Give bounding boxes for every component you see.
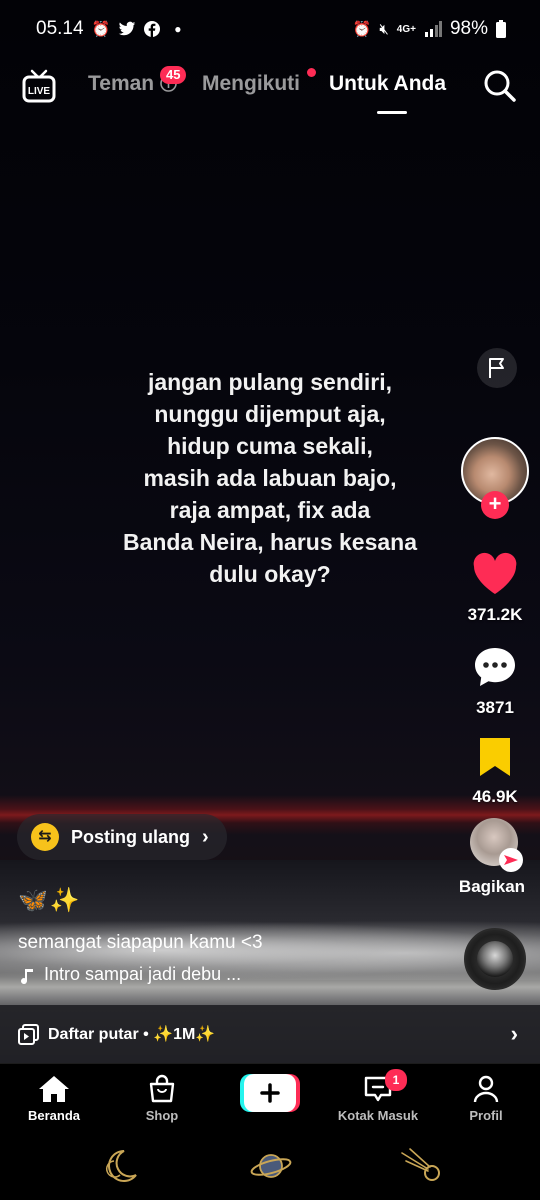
caption-line: jangan pulang sendiri, (147, 369, 393, 395)
tab-mengikuti-label: Mengikuti (202, 72, 300, 95)
moon-icon[interactable] (100, 1145, 142, 1187)
status-right: ⏰ 🔇︎ 4G+ 98% (353, 18, 506, 40)
system-nav-bar (0, 1133, 540, 1200)
comment-icon (475, 648, 515, 686)
teman-badge: 45 (160, 66, 187, 84)
caption-line: masih ada labuan bajo, (143, 465, 397, 491)
nav-inbox-label: Kotak Masuk (337, 1108, 419, 1123)
tab-teman-label: Teman (88, 72, 155, 95)
repost-icon: ⇆ (31, 823, 59, 851)
caption-line: Banda Neira, harus kesana (122, 529, 418, 555)
save-count: 46.9K (472, 787, 518, 806)
repost-button[interactable]: ⇆ Posting ulang › (17, 814, 227, 860)
planet-icon[interactable] (249, 1145, 293, 1187)
post-description[interactable]: semangat siapapun kamu <3 (18, 932, 263, 954)
status-time: 05.14 (36, 18, 84, 39)
mengikuti-dot (307, 68, 316, 77)
create-plus-icon (240, 1074, 300, 1112)
follow-button[interactable]: + (481, 491, 509, 519)
live-button[interactable]: LIVE (22, 68, 56, 104)
video-caption-text: jangan pulang sendiri, nunggu dijemput a… (95, 366, 445, 590)
music-note-icon (21, 968, 33, 984)
nav-kotak-masuk[interactable]: Kotak Masuk (328, 1074, 428, 1123)
save-button[interactable]: 46.9K (450, 736, 540, 807)
comment-count: 3871 (476, 698, 514, 717)
notification-dot-icon: ● (174, 22, 182, 36)
profile-icon (473, 1075, 499, 1103)
nav-beranda-label: Beranda (27, 1108, 81, 1123)
alarm-icon: ⏰ (91, 20, 111, 38)
live-tv-icon: LIVE (22, 69, 56, 103)
inbox-badge: 1 (385, 1069, 407, 1091)
tab-untuk-anda[interactable]: Untuk Anda (329, 72, 446, 96)
heart-icon (473, 552, 517, 594)
bottom-nav: Beranda Shop Kotak Masuk 1 Profil (0, 1063, 540, 1133)
create-button[interactable] (240, 1074, 300, 1112)
network-label: 4G+ (396, 23, 416, 35)
nav-beranda[interactable]: Beranda (4, 1074, 104, 1123)
signal-icon (424, 21, 442, 37)
home-icon (39, 1076, 69, 1102)
comet-icon[interactable] (398, 1147, 444, 1185)
nav-shop[interactable]: Shop (112, 1074, 212, 1123)
bookmark-icon (480, 738, 510, 776)
chevron-right-icon: › (202, 825, 209, 848)
like-count: 371.2K (467, 605, 523, 624)
nav-profil[interactable]: Profil (436, 1074, 536, 1123)
share-arrow-icon (504, 855, 518, 865)
top-nav: LIVE Teman 45 Mengikuti Untuk Anda (0, 62, 540, 122)
battery-icon (496, 20, 506, 38)
caption-line: dulu okay? (209, 561, 331, 587)
playlist-icon (18, 1024, 39, 1045)
alarm-icon: ⏰ (352, 20, 372, 38)
nav-profil-label: Profil (469, 1108, 503, 1123)
live-label: LIVE (28, 86, 51, 97)
comment-button[interactable]: 3871 (450, 645, 540, 718)
twitter-icon (118, 21, 136, 36)
mute-icon: 🔇︎ (379, 20, 389, 38)
share-button[interactable] (499, 848, 523, 872)
post-emoji-line: 🦋✨ (18, 887, 82, 914)
caption-line: nunggu dijemput aja, (154, 401, 386, 427)
search-button[interactable] (482, 68, 518, 104)
music-cover (477, 941, 513, 977)
status-left: 05.14 ⏰ ● (36, 18, 181, 40)
chevron-right-icon: › (510, 1021, 518, 1046)
shopping-bag-icon (149, 1074, 175, 1103)
music-link[interactable]: Intro sampai jadi debu ... (18, 964, 241, 985)
battery-percent: 98% (449, 18, 488, 39)
tab-untuk-anda-label: Untuk Anda (329, 72, 447, 95)
share-label[interactable]: Bagikan (450, 877, 534, 897)
caption-line: hidup cuma sekali, (167, 433, 373, 459)
status-bar: 05.14 ⏰ ● ⏰ 🔇︎ 4G+ 98% (0, 0, 540, 58)
caption-line: raja ampat, fix ada (169, 497, 371, 523)
flag-icon (489, 358, 504, 378)
like-button[interactable]: 371.2K (450, 552, 540, 625)
playlist-label: Daftar putar • ✨1M✨ (48, 1026, 216, 1043)
tiktok-feed-screen: 05.14 ⏰ ● ⏰ 🔇︎ 4G+ 98% LIVE Teman 45 Men… (0, 0, 540, 1200)
playlist-bar[interactable]: Daftar putar • ✨1M✨ › (0, 1005, 540, 1063)
nav-shop-label: Shop (145, 1108, 179, 1123)
search-icon (484, 70, 516, 102)
active-tab-indicator (377, 111, 407, 114)
report-button[interactable] (477, 348, 517, 388)
facebook-icon (144, 21, 161, 37)
repost-label: Posting ulang (71, 826, 190, 847)
music-title: Intro sampai jadi debu ... (44, 964, 242, 984)
tab-mengikuti[interactable]: Mengikuti (202, 72, 300, 96)
